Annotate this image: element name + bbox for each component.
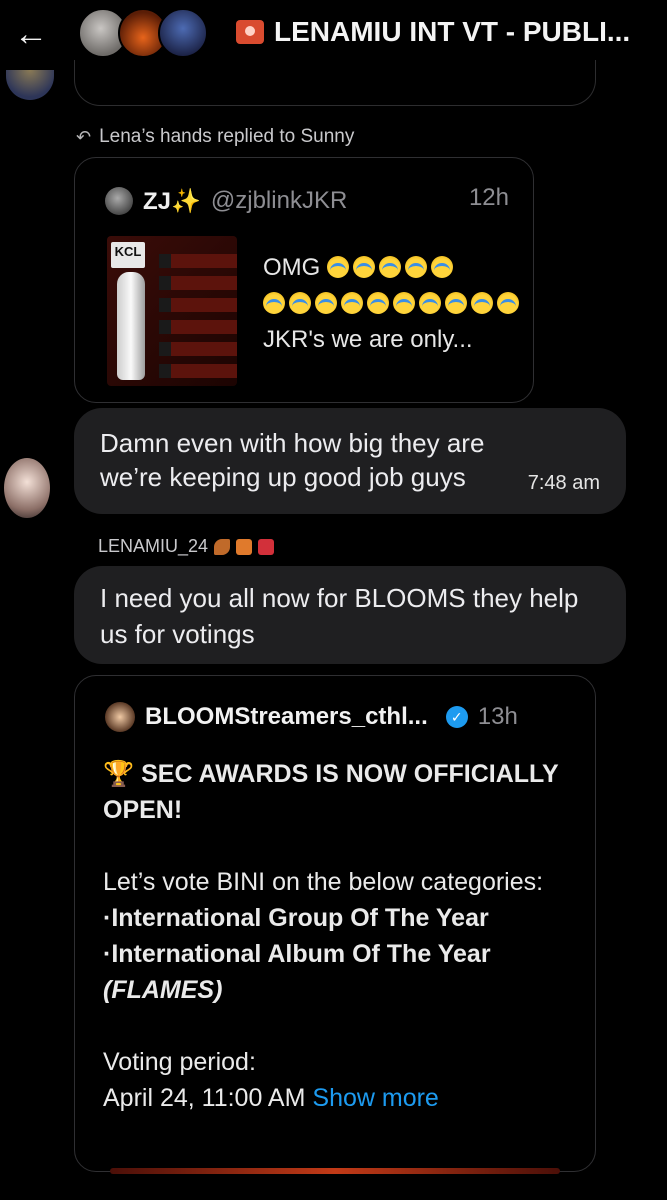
post-category-note: (FLAMES): [103, 976, 223, 1004]
flower-icon: [236, 538, 253, 555]
crying-emoji-icon: [289, 292, 311, 314]
ribbon-icon: [258, 538, 275, 555]
thumbnail-rank-row: [159, 298, 237, 312]
quoted-post-card[interactable]: BLOOMStreamers_cthl... ✓ 13h 🏆 SEC AWARD…: [74, 675, 596, 1172]
post-timestamp: 13h: [477, 703, 518, 730]
crying-emoji-icon: [445, 292, 467, 314]
post-body: 🏆 SEC AWARDS IS NOW OFFICIALLY OPEN! Let…: [103, 756, 573, 1116]
crying-emoji-icon: [315, 292, 337, 314]
crying-emoji-icon: [405, 256, 427, 278]
sender-name: LENAMIU_24: [98, 536, 209, 556]
reply-context-text: Lena’s hands replied to Sunny: [99, 126, 355, 147]
reply-arrow-icon: ↶: [76, 126, 92, 147]
crying-emoji-icon: [341, 292, 363, 314]
crying-emoji-icon: [419, 292, 441, 314]
message-bubble[interactable]: Damn even with how big they are we’re ke…: [74, 408, 626, 514]
butterfly-icon: [214, 538, 231, 555]
crying-emoji-icon: [353, 256, 375, 278]
post-period-value: April 24, 11:00 AM: [103, 1084, 306, 1112]
message-text: Damn even with how big they are we’re ke…: [100, 428, 485, 492]
thumbnail-rank-row: [159, 320, 237, 334]
trophy-image: [117, 272, 145, 380]
post-category: ·International Album Of The Year: [103, 940, 491, 968]
crying-emoji-icon: [471, 292, 493, 314]
thumbnail-rank-row: [159, 342, 237, 356]
post-period-label: Voting period:: [103, 1048, 256, 1076]
crying-emoji-icon: [263, 292, 285, 314]
crying-emoji-icon: [367, 292, 389, 314]
post-category: ·International Group Of The Year: [103, 904, 489, 932]
avatar: [158, 8, 208, 58]
siren-icon: [236, 20, 264, 44]
sender-name-line[interactable]: LENAMIU_24: [98, 536, 275, 557]
avatar[interactable]: [6, 70, 54, 100]
post-header: BLOOMStreamers_cthl... ✓ 13h: [105, 700, 575, 734]
chat-title: LENAMIU INT VT - PUBLI...: [274, 16, 631, 47]
message-text: I need you all now for BLOOMS they help …: [100, 583, 579, 649]
post-text-line: OMG: [263, 250, 523, 286]
arrow-left-icon: ←: [14, 15, 48, 53]
crying-emoji-icon: [327, 256, 349, 278]
crying-emoji-icon: [393, 292, 415, 314]
post-intro: Let’s vote BINI on the below categories:: [103, 868, 544, 896]
post-text: OMG JKR's we are only...: [263, 250, 523, 358]
thumbnail-rank-row: [159, 254, 237, 268]
post-author-handle: @zjblinkJKR: [210, 187, 348, 214]
quoted-post-card[interactable]: ZJ✨ @zjblinkJKR 12h KCL OMG JKR's we are…: [74, 157, 534, 403]
post-headline-text: SEC AWARDS IS NOW OFFICIALLY OPEN!: [103, 760, 559, 824]
post-author-name: BLOOMStreamers_cthl...: [145, 703, 428, 730]
post-header: ZJ✨ @zjblinkJKR: [105, 184, 505, 218]
post-text-omg: OMG: [263, 254, 321, 281]
thumbnail-logo: KCL: [111, 242, 145, 268]
group-avatars[interactable]: [78, 6, 218, 58]
show-more-link[interactable]: Show more: [312, 1084, 438, 1112]
crying-emoji-icon: [497, 292, 519, 314]
post-emoji-line: [263, 286, 523, 322]
sender-avatar[interactable]: [4, 458, 50, 518]
back-button[interactable]: ←: [14, 14, 54, 54]
crying-emoji-icon: [431, 256, 453, 278]
thumbnail-rank-row: [159, 276, 237, 290]
message-timestamp: 7:48 am: [527, 472, 600, 494]
trophy-icon: 🏆: [103, 760, 135, 788]
crying-emoji-icon: [379, 256, 401, 278]
avatar: [105, 187, 133, 215]
media-preview-edge: [110, 1168, 560, 1174]
message-bubble[interactable]: I need you all now for BLOOMS they help …: [74, 566, 626, 664]
verified-badge-icon: ✓: [445, 706, 468, 728]
post-period-line: April 24, 11:00 AM Show more: [103, 1080, 573, 1116]
post-thumbnail[interactable]: KCL: [107, 236, 237, 386]
chat-title-area[interactable]: LENAMIU INT VT - PUBLI...: [236, 12, 667, 52]
thumbnail-rank-row: [159, 364, 237, 378]
reply-context[interactable]: ↶ Lena’s hands replied to Sunny: [76, 125, 354, 149]
post-author-name: ZJ✨: [143, 187, 201, 215]
previous-message-bubble[interactable]: [74, 60, 596, 106]
post-timestamp: 12h: [468, 184, 509, 211]
post-text-line: JKR's we are only...: [263, 326, 473, 353]
avatar: [105, 702, 135, 732]
post-headline: 🏆 SEC AWARDS IS NOW OFFICIALLY OPEN!: [103, 756, 573, 828]
